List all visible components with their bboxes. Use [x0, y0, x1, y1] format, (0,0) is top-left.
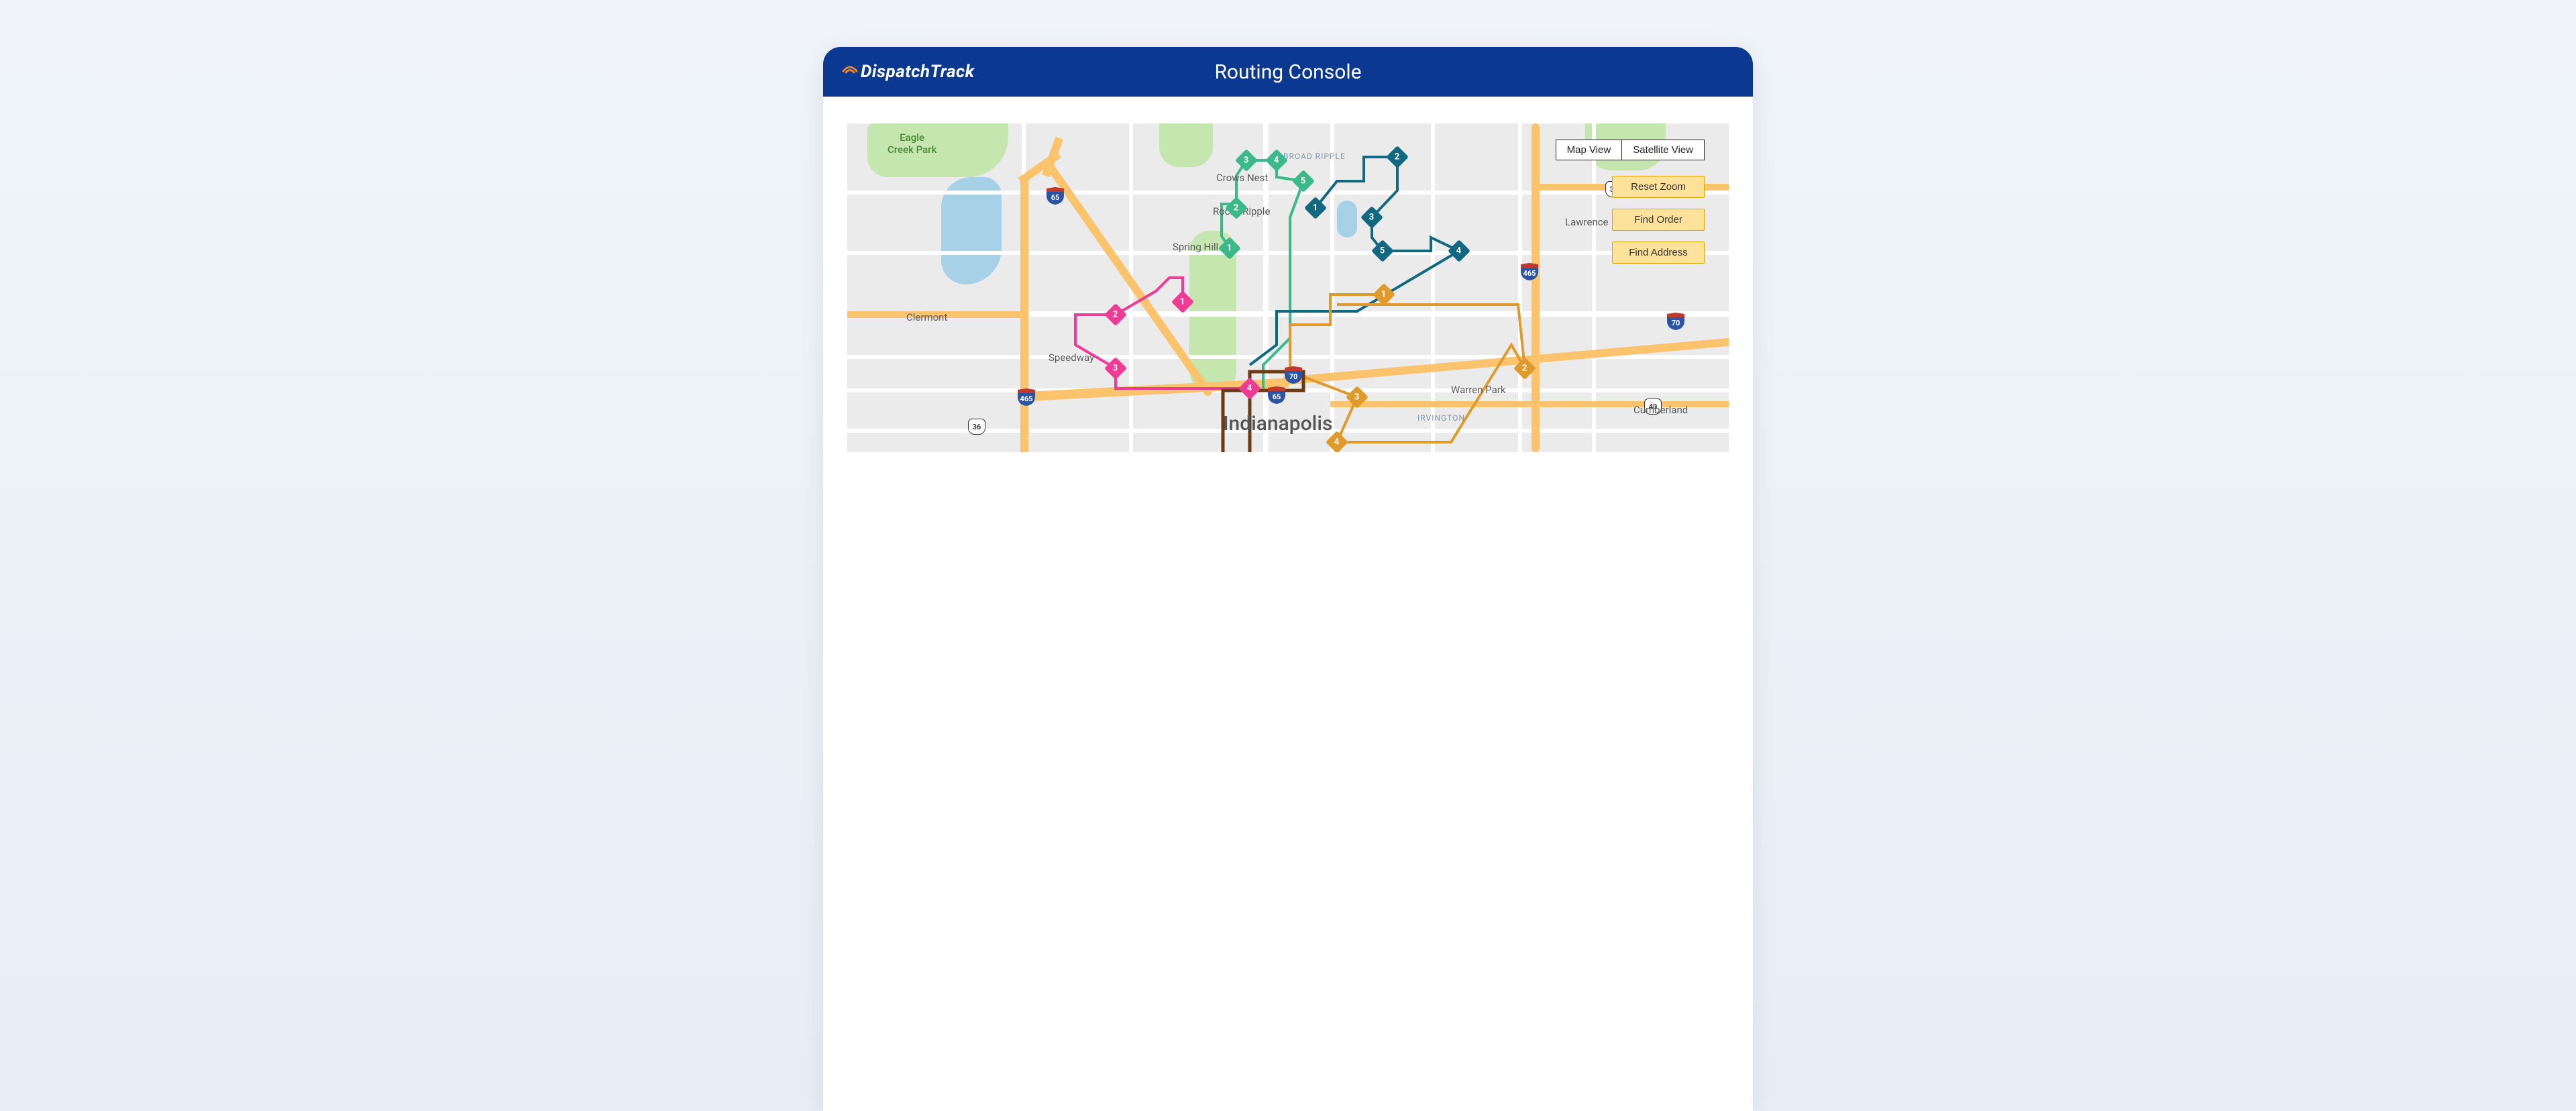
brand-logo: DispatchTrack — [842, 62, 975, 82]
brand-text: DispatchTrack — [861, 62, 975, 82]
label-lawrence: Lawrence — [1565, 216, 1609, 228]
shield-i65: 65 — [1045, 187, 1065, 205]
stop-marker-teal-5[interactable]: 5 — [1371, 240, 1394, 262]
label-indianapolis: Indianapolis — [1223, 412, 1332, 435]
road — [847, 388, 1729, 392]
label-clermont: Clermont — [906, 311, 947, 323]
stop-marker-teal-4[interactable]: 4 — [1448, 240, 1470, 262]
header-bar: DispatchTrack Routing Console — [823, 47, 1753, 97]
label-eagle-creek: Eagle Creek Park — [888, 131, 936, 156]
map-container: 65 465 465 70 65 70 36 36 — [823, 97, 1753, 452]
label-warren-park: Warren Park — [1451, 384, 1505, 396]
shield-i70c: 70 — [1283, 366, 1303, 384]
stop-marker-teal-2[interactable]: 2 — [1386, 146, 1409, 168]
shield-i465w: 465 — [1016, 388, 1036, 406]
map-view-button[interactable]: Map View — [1556, 140, 1623, 160]
stop-marker-pink-2[interactable]: 2 — [1104, 303, 1127, 326]
pond — [1337, 201, 1357, 237]
view-toggle: Map View Satellite View — [1556, 140, 1705, 160]
label-crows-nest: Crows Nest — [1216, 172, 1268, 184]
hwy-i70e — [1283, 337, 1729, 385]
page-title: Routing Console — [1214, 60, 1361, 84]
map-actions: Reset Zoom Find Order Find Address — [1612, 176, 1705, 264]
road — [847, 191, 1729, 195]
wifi-icon — [842, 62, 858, 74]
shield-us36w: 36 — [968, 419, 985, 435]
find-order-button[interactable]: Find Order — [1612, 209, 1705, 231]
stop-marker-green-3[interactable]: 3 — [1235, 149, 1258, 172]
find-address-button[interactable]: Find Address — [1612, 242, 1705, 264]
label-broad-ripple: BROAD RIPPLE — [1283, 152, 1346, 161]
label-irvington: IRVINGTON — [1417, 413, 1465, 423]
label-cumberland: Cumberland — [1633, 404, 1688, 416]
shield-i65c: 65 — [1267, 386, 1287, 404]
reset-zoom-button[interactable]: Reset Zoom — [1612, 176, 1705, 198]
shield-i465e: 465 — [1519, 263, 1540, 280]
app-window: DispatchTrack Routing Console — [823, 47, 1753, 1111]
label-speedway: Speedway — [1049, 352, 1094, 364]
park-area — [1159, 123, 1213, 167]
shield-i70e: 70 — [1666, 313, 1686, 330]
stop-marker-green-5[interactable]: 5 — [1292, 170, 1315, 193]
label-spring-hill: Spring Hill — [1173, 241, 1218, 253]
stop-marker-teal-3[interactable]: 3 — [1360, 206, 1383, 229]
stop-marker-teal-1[interactable]: 1 — [1304, 197, 1327, 219]
stop-marker-orange-1[interactable]: 1 — [1373, 283, 1395, 306]
road — [847, 251, 1729, 255]
stop-marker-pink-3[interactable]: 3 — [1104, 357, 1127, 380]
map-canvas[interactable]: 65 465 465 70 65 70 36 36 — [847, 123, 1729, 452]
satellite-view-button[interactable]: Satellite View — [1622, 140, 1704, 160]
